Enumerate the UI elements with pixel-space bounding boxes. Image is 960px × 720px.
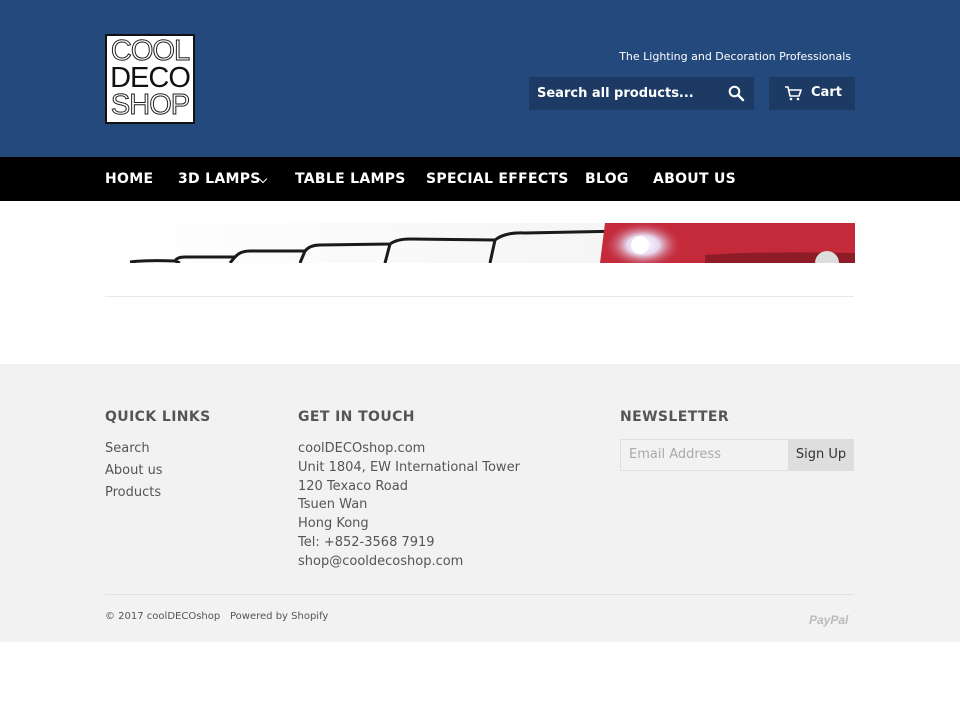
get-in-touch-heading: GET IN TOUCH <box>298 409 415 425</box>
cart-icon <box>785 86 802 101</box>
site-logo[interactable]: COOL DECO SHOP <box>105 34 195 124</box>
footer-link-products[interactable]: Products <box>105 485 161 500</box>
paypal-icon: PayPal <box>809 613 849 627</box>
powered-by-link[interactable]: Powered by Shopify <box>230 611 328 622</box>
cart-label: Cart <box>811 85 842 100</box>
contact-address-line-2: 120 Texaco Road <box>298 479 408 494</box>
contact-phone: Tel: +852-3568 7919 <box>298 535 435 550</box>
contact-address-line-4: Hong Kong <box>298 516 369 531</box>
newsletter-email-input[interactable]: Email Address <box>620 439 789 471</box>
cart-button[interactable]: Cart <box>769 77 855 110</box>
hero-banner-image[interactable] <box>105 223 855 263</box>
newsletter-heading: NEWSLETTER <box>620 409 730 425</box>
newsletter-signup-button[interactable]: Sign Up <box>788 439 854 471</box>
quick-links-heading: QUICK LINKS <box>105 409 211 425</box>
contact-email[interactable]: shop@cooldecoshop.com <box>298 554 463 569</box>
copyright-text: © 2017 coolDECOshop <box>105 611 221 622</box>
logo-line-2: DECO <box>110 62 191 94</box>
site-tagline: The Lighting and Decoration Professional… <box>619 50 851 63</box>
nav-item-3d-lamps[interactable]: 3D LAMPS <box>178 157 261 201</box>
nav-item-home[interactable]: HOME <box>105 157 153 201</box>
footer-link-search[interactable]: Search <box>105 441 150 456</box>
footer-divider <box>105 594 854 595</box>
search-form: Search all products... <box>529 77 754 110</box>
nav-item-blog[interactable]: BLOG <box>585 157 629 201</box>
site-footer: QUICK LINKS Search About us Products GET… <box>0 364 960 642</box>
nav-item-special-effects[interactable]: SPECIAL EFFECTS <box>426 157 569 201</box>
contact-address-line-1: Unit 1804, EW International Tower <box>298 460 520 475</box>
site-header: COOL DECO SHOP The Lighting and Decorati… <box>0 0 960 157</box>
footer-link-about-us[interactable]: About us <box>105 463 163 478</box>
contact-address-line-3: Tsuen Wan <box>298 497 368 512</box>
logo-line-1: COOL <box>110 35 190 67</box>
main-nav: HOME 3D LAMPS TABLE LAMPS SPECIAL EFFECT… <box>0 157 960 201</box>
content-divider <box>105 296 854 297</box>
search-icon[interactable] <box>728 85 745 102</box>
nav-item-table-lamps[interactable]: TABLE LAMPS <box>295 157 406 201</box>
contact-company: coolDECOshop.com <box>298 441 426 456</box>
logo-line-3: SHOP <box>110 89 190 121</box>
search-input[interactable]: Search all products... <box>537 77 717 110</box>
banner-lamps-graphic <box>129 223 855 263</box>
nav-item-about-us[interactable]: ABOUT US <box>653 157 736 201</box>
